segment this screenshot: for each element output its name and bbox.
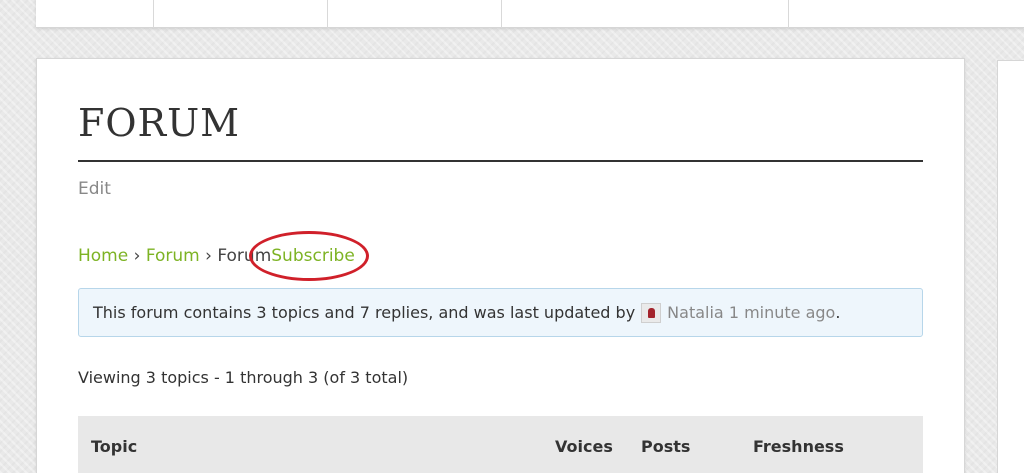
right-sidebar-panel — [997, 60, 1024, 473]
nav-separator — [153, 0, 154, 28]
edit-link[interactable]: Edit — [78, 179, 111, 199]
breadcrumb-separator: › — [133, 246, 141, 266]
nav-separator — [501, 0, 502, 28]
top-navigation-bar — [36, 0, 1024, 28]
notice-text: This forum contains 3 topics and 7 repli… — [93, 303, 636, 322]
forum-content-card: FORUM Edit Home › Forum › ForumSubscribe… — [36, 58, 965, 473]
topics-table-header: Topic Voices Posts Freshness — [78, 416, 923, 473]
forum-info-notice: This forum contains 3 topics and 7 repli… — [78, 288, 923, 337]
notice-author-link[interactable]: Natalia — [667, 303, 724, 322]
breadcrumb-home-link[interactable]: Home — [78, 246, 128, 266]
notice-period: . — [835, 303, 841, 322]
nav-separator — [327, 0, 328, 28]
breadcrumb-separator: › — [205, 246, 212, 266]
user-avatar[interactable] — [641, 302, 662, 323]
column-header-topic: Topic — [91, 437, 138, 456]
title-divider — [78, 160, 923, 162]
notice-time-link[interactable]: 1 minute ago — [729, 303, 836, 322]
column-header-posts: Posts — [641, 437, 691, 456]
pagination-count: Viewing 3 topics - 1 through 3 (of 3 tot… — [78, 368, 409, 387]
column-header-voices: Voices — [555, 437, 613, 456]
column-header-freshness: Freshness — [753, 437, 844, 456]
nav-separator — [788, 0, 789, 28]
breadcrumb-forum-link[interactable]: Forum — [146, 246, 200, 266]
page-title: FORUM — [78, 101, 241, 145]
annotation-circle — [249, 231, 369, 281]
